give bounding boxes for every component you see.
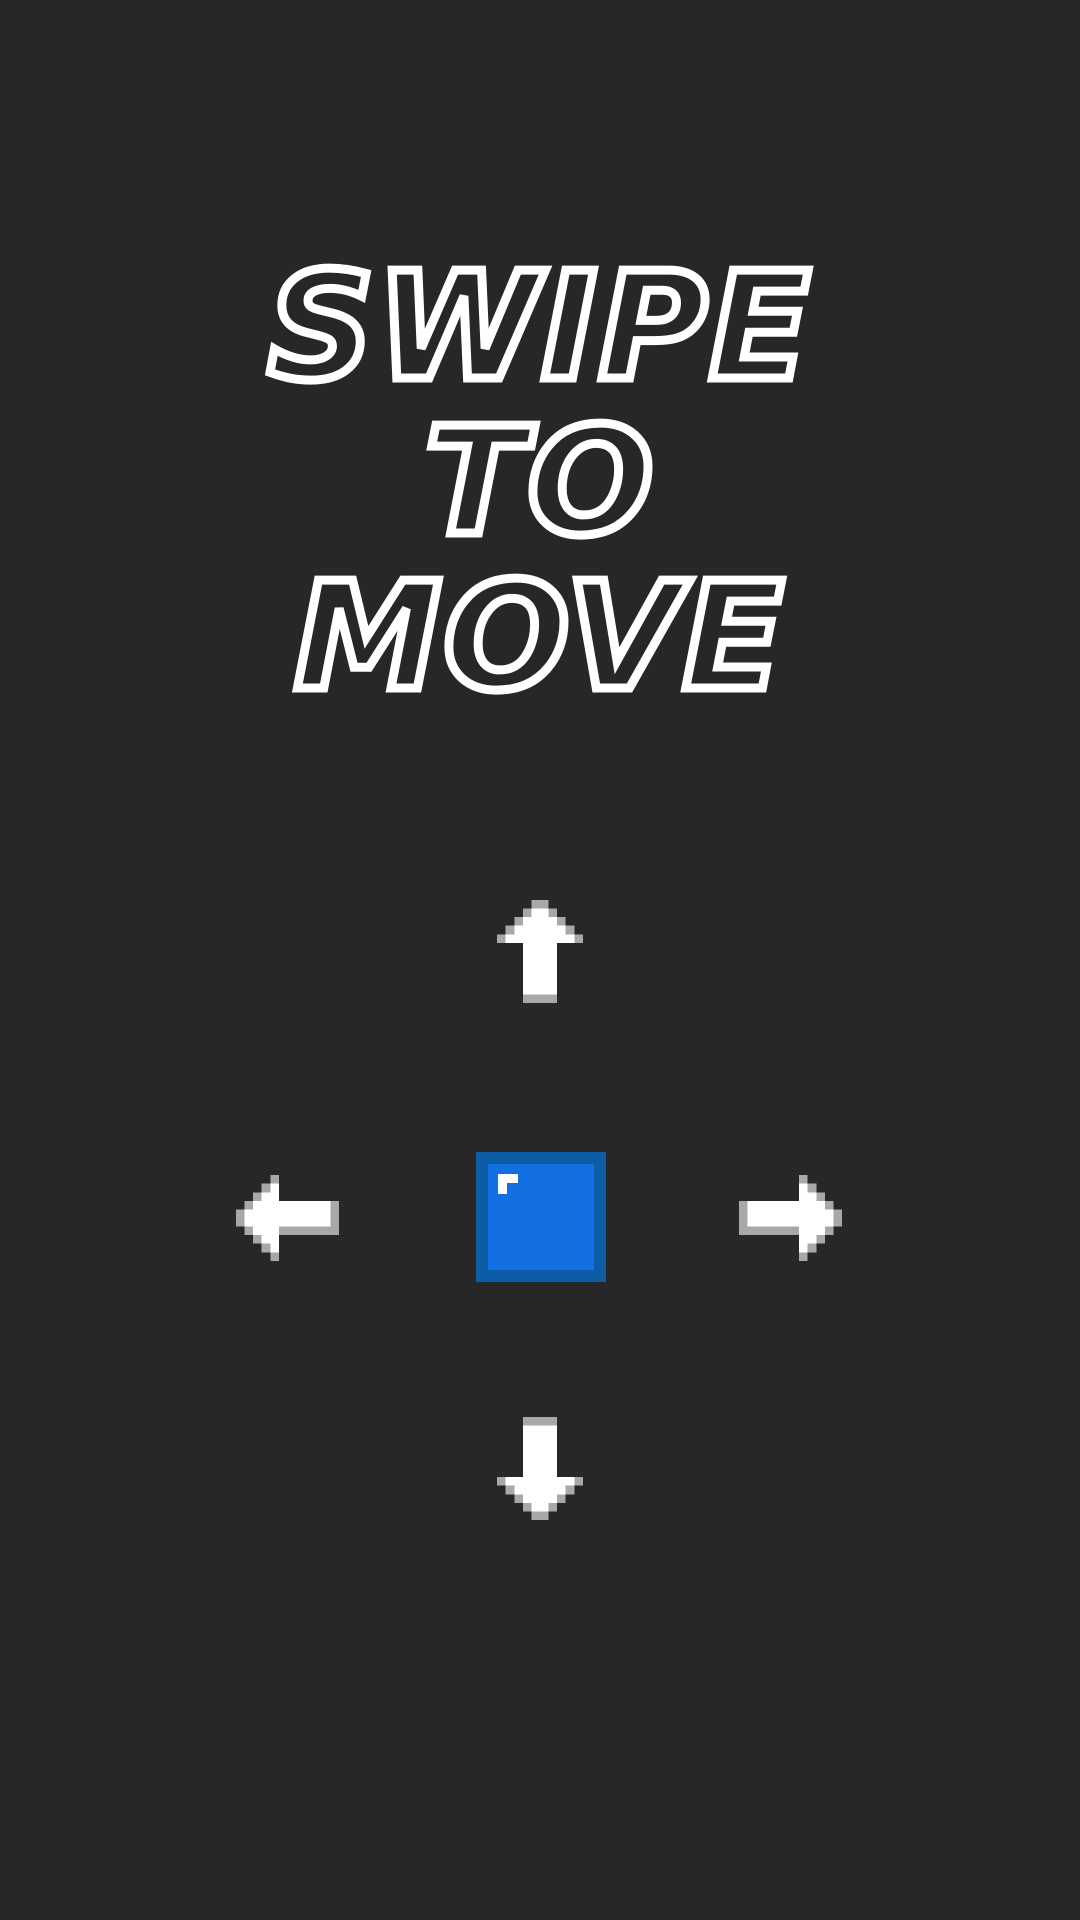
title-line-1: SWIPE: [263, 237, 814, 418]
arrow-down-icon[interactable]: [480, 1400, 600, 1520]
title-line-move: MOVE: [294, 551, 785, 720]
player-block[interactable]: [476, 1152, 606, 1282]
title-line-2: TO: [420, 392, 658, 573]
title-line-swipe: SWIPE: [268, 241, 812, 413]
arrow-right-icon[interactable]: [722, 1158, 842, 1278]
player-highlight: [498, 1174, 518, 1194]
title-line-3: MOVE: [290, 547, 788, 721]
title-line-to: TO: [425, 396, 656, 568]
arrow-left-icon[interactable]: [236, 1158, 356, 1278]
game-screen[interactable]: SWIPE TO MOVE: [0, 0, 1080, 1920]
title-logo: SWIPE TO MOVE: [263, 237, 814, 721]
arrow-up-icon[interactable]: [480, 900, 600, 1020]
